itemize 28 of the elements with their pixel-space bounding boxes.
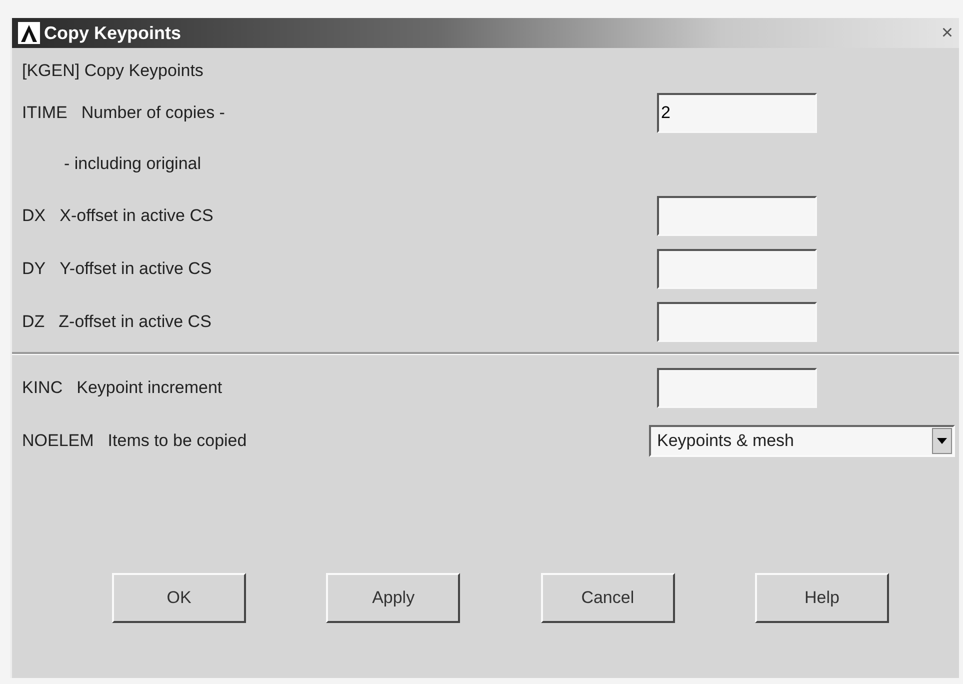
parameter-code: KINC (22, 378, 63, 398)
field-label: Items to be copied (108, 430, 247, 450)
field-label: Number of copies - (81, 102, 225, 122)
parameter-code: DY (22, 258, 46, 278)
field-label: Z-offset in active CS (58, 312, 212, 332)
field-label: Keypoint increment (76, 378, 222, 398)
dialog-button[interactable]: Help (754, 573, 889, 623)
input-field[interactable]: 2 (657, 92, 817, 132)
parameter-code: ITIME (22, 102, 68, 122)
input-field[interactable] (657, 368, 817, 408)
field-label: Y-offset in active CS (60, 258, 212, 278)
parameter-code: DZ (22, 312, 45, 332)
caret-icon (932, 428, 952, 454)
close-button[interactable]: × (941, 22, 953, 44)
dialog-button[interactable]: Apply (326, 573, 460, 623)
parameter-code: DX (22, 206, 46, 226)
field-label: X-offset in active CS (60, 206, 214, 226)
logo-icon (18, 22, 40, 44)
input-field[interactable] (657, 302, 817, 342)
input-field[interactable] (657, 196, 817, 236)
dropdown[interactable]: Keypoints & mesh (649, 424, 955, 456)
command-label: [KGEN] Copy Keypoints (22, 60, 204, 82)
dialog-button[interactable]: Cancel (540, 573, 675, 623)
input-field[interactable] (657, 248, 817, 288)
parameter-code: NOELEM (22, 430, 94, 450)
field-label: - including original (64, 154, 202, 174)
window-title: Copy Keypoints (44, 22, 182, 44)
dialog-button[interactable]: OK (112, 573, 246, 623)
